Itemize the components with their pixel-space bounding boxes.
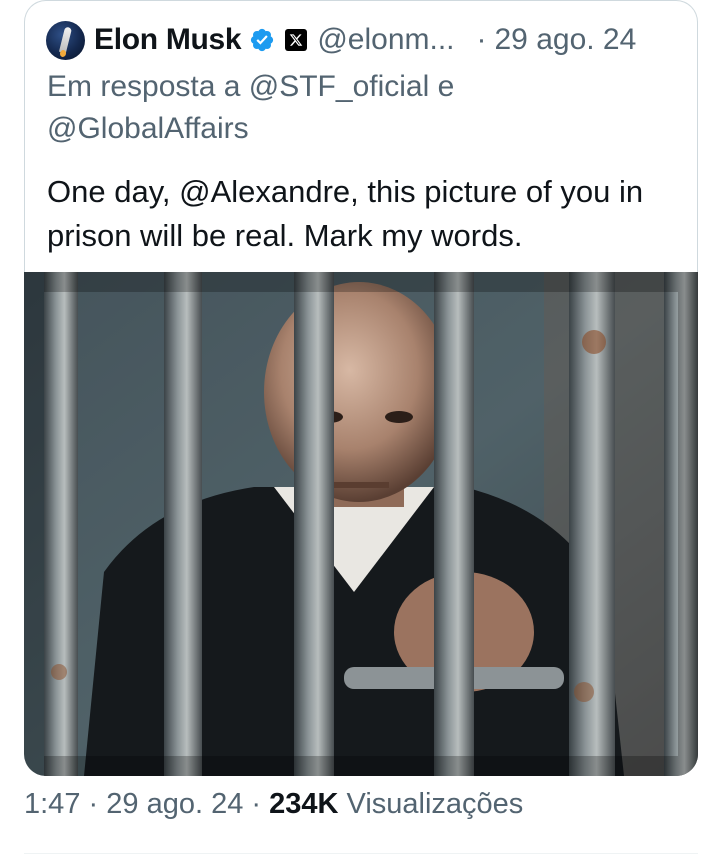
divider	[24, 853, 698, 854]
reply-mention-globalaffairs[interactable]: @GlobalAffairs	[47, 112, 249, 145]
meta-separator-1: ·	[88, 788, 99, 820]
verified-badge-icon[interactable]	[249, 27, 275, 53]
author-handle[interactable]: @elonm...	[317, 23, 454, 57]
tweet-time[interactable]: 1:47	[24, 788, 80, 820]
views-count: 234K	[269, 788, 339, 820]
tweet-date[interactable]: 29 ago. 24	[495, 23, 637, 57]
header-separator: ·	[476, 23, 487, 56]
reply-conjunction: e	[437, 70, 455, 103]
author-name[interactable]: Elon Musk	[94, 23, 242, 57]
tweet-meta: 1:47 · 29 ago. 24 · 234K Visualizações	[24, 788, 523, 821]
reply-prefix: Em resposta a	[47, 70, 241, 103]
tweet-text: One day, @Alexandre, this picture of you…	[47, 174, 644, 253]
reply-mention-stf[interactable]: @STF_oficial	[249, 70, 430, 103]
reply-context: Em resposta a @STF_oficial e @GlobalAffa…	[47, 66, 677, 150]
rocket-shape	[58, 26, 73, 53]
x-logo-icon[interactable]	[285, 29, 308, 51]
tweet-image[interactable]	[24, 272, 698, 776]
meta-separator-2: ·	[251, 788, 262, 820]
views-label: Visualizações	[346, 788, 524, 820]
tweet-full-date[interactable]: 29 ago. 24	[106, 788, 243, 820]
x-logo-glyph	[290, 34, 303, 46]
prison-image-illustration	[24, 272, 698, 776]
avatar-icon[interactable]	[46, 20, 85, 60]
tweet-header: Elon Musk @elonm... · 29 ago. 24	[46, 14, 676, 66]
